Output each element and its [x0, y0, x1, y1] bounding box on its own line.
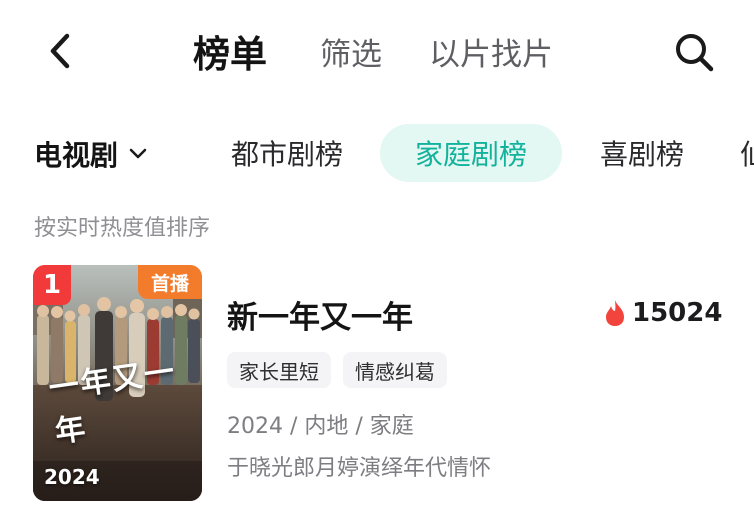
tag-list: 家长里短 情感纠葛 [227, 352, 447, 388]
top-nav-bar: 榜单 筛选 以片找片 [0, 0, 754, 104]
flame-icon [606, 300, 624, 326]
rank-badge: 1 [33, 265, 71, 305]
heat-value: 15024 [632, 298, 723, 328]
tab-filter[interactable]: 筛选 [320, 28, 382, 74]
category-dropdown[interactable]: 电视剧 [34, 132, 148, 176]
chip-urban-drama[interactable]: 都市剧榜 [214, 124, 360, 182]
chip-fantasy[interactable]: 仙 [740, 124, 754, 182]
category-row: 电视剧 都市剧榜 家庭剧榜 喜剧榜 仙 [0, 122, 754, 186]
tab-ranking[interactable]: 榜单 [193, 28, 267, 76]
category-dropdown-label: 电视剧 [34, 139, 119, 172]
poster-year: 2024 [44, 465, 100, 489]
back-button[interactable] [38, 26, 82, 76]
premiere-badge: 首播 [138, 265, 202, 299]
chip-comedy[interactable]: 喜剧榜 [582, 124, 702, 182]
heat-score: 15024 [604, 296, 722, 330]
tag[interactable]: 家长里短 [227, 352, 331, 388]
tab-find-similar[interactable]: 以片找片 [429, 28, 553, 74]
show-title[interactable]: 新一年又一年 [227, 292, 413, 337]
list-item[interactable]: 1 首播 一年又一年 2024 新一年又一年 15024 家长里短 情感纠葛 2… [0, 260, 754, 510]
chip-family-drama[interactable]: 家庭剧榜 [380, 124, 562, 182]
show-meta: 2024 / 内地 / 家庭 [227, 414, 414, 439]
sort-label: 按实时热度值排序 [34, 216, 211, 241]
chevron-down-icon [129, 148, 147, 159]
search-icon [676, 34, 714, 72]
poster-image[interactable]: 1 首播 一年又一年 2024 [33, 265, 202, 501]
show-description: 于晓光郎月婷演绎年代情怀 [227, 456, 492, 481]
chevron-left-icon [50, 33, 70, 69]
search-button[interactable] [668, 26, 720, 78]
tag[interactable]: 情感纠葛 [343, 352, 447, 388]
